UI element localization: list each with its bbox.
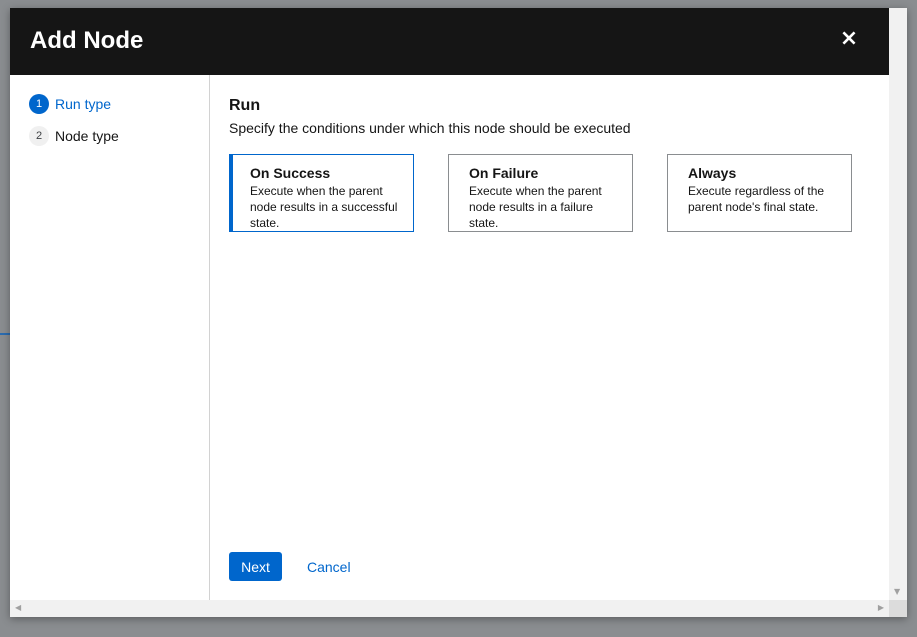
card-description: Execute regardless of the parent node's …: [688, 184, 825, 214]
close-icon: ×: [839, 26, 859, 51]
next-button[interactable]: Next: [229, 552, 282, 581]
step-number-badge: 1: [29, 94, 49, 114]
step-label: Run type: [55, 96, 112, 112]
cancel-button[interactable]: Cancel: [299, 552, 359, 581]
section-title: Run: [229, 97, 261, 114]
run-option-on-success[interactable]: On Success Execute when the parent node …: [229, 154, 414, 232]
close-button[interactable]: ×: [836, 26, 862, 52]
card-title: Always: [688, 165, 737, 181]
horizontal-scrollbar[interactable]: ◀ ▶: [10, 600, 889, 617]
wizard-nav: 1 Run type 2 Node type: [10, 75, 210, 600]
scrollbar-corner: [889, 600, 907, 617]
modal-title: Add Node: [30, 27, 144, 54]
background-workflow-line: [0, 333, 10, 335]
step-label: Node type: [55, 128, 119, 144]
card-title: On Success: [250, 165, 331, 181]
add-node-modal: Add Node × 1 Run type 2 Node type Run Sp…: [10, 8, 907, 617]
scroll-down-icon[interactable]: ▼: [894, 587, 900, 596]
run-option-always[interactable]: Always Execute regardless of the parent …: [667, 154, 852, 232]
wizard-step-node-type[interactable]: 2 Node type: [29, 126, 119, 146]
card-description: Execute when the parent node results in …: [469, 184, 602, 230]
section-description: Specify the conditions under which this …: [229, 120, 631, 136]
scroll-right-icon[interactable]: ▶: [878, 603, 884, 612]
step-number-badge: 2: [29, 126, 49, 146]
card-title: On Failure: [469, 165, 539, 181]
vertical-scrollbar[interactable]: ▼: [889, 8, 907, 600]
card-description: Execute when the parent node results in …: [250, 184, 398, 230]
wizard-step-run-type[interactable]: 1 Run type: [29, 94, 111, 114]
run-option-on-failure[interactable]: On Failure Execute when the parent node …: [448, 154, 633, 232]
wizard-content: Run Specify the conditions under which t…: [210, 75, 889, 600]
modal-header: Add Node ×: [10, 8, 889, 75]
scroll-left-icon[interactable]: ◀: [15, 603, 21, 612]
